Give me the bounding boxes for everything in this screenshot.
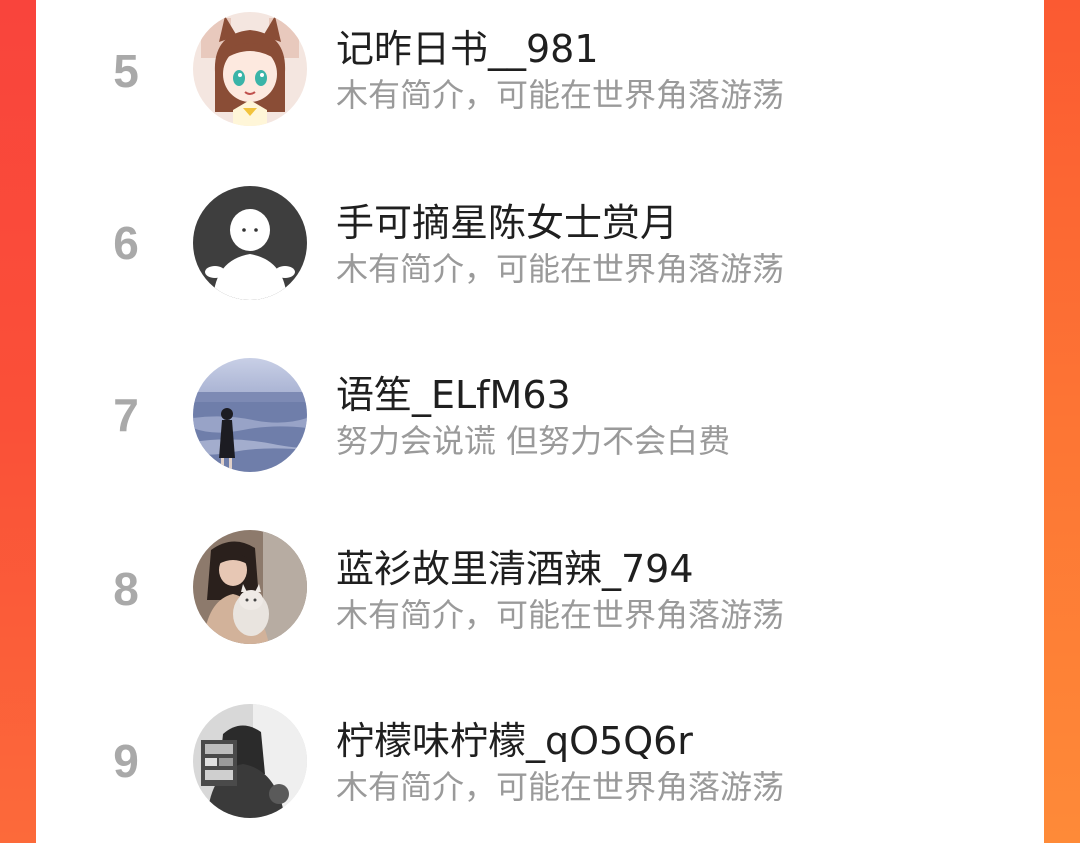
ranking-list-card: 5 记昨日书__981 木有简介，可能在世界角落游荡 6 手可摘星陈女士赏月 木…	[36, 0, 1044, 843]
beach-photo-avatar[interactable]	[193, 358, 307, 472]
user-bio: 木有简介，可能在世界角落游荡	[336, 768, 785, 806]
user-name[interactable]: 记昨日书__981	[336, 18, 599, 73]
user-name[interactable]: 手可摘星陈女士赏月	[336, 192, 678, 247]
girl-with-cat-avatar[interactable]	[193, 530, 307, 644]
user-name[interactable]: 柠檬味柠檬_qO5Q6r	[336, 710, 693, 765]
bw-photo-avatar[interactable]	[193, 704, 307, 818]
user-bio: 木有简介，可能在世界角落游荡	[336, 596, 785, 634]
ranking-row-8[interactable]: 8 蓝衫故里清酒辣_794 木有简介，可能在世界角落游荡	[36, 516, 1044, 688]
ranking-row-6[interactable]: 6 手可摘星陈女士赏月 木有简介，可能在世界角落游荡	[36, 172, 1044, 344]
anime-girl-avatar[interactable]	[193, 12, 307, 126]
background-left-edge	[0, 0, 36, 843]
rank-number: 5	[113, 45, 139, 97]
ranking-row-7[interactable]: 7 语笙_ELfM63 努力会说谎 但努力不会白费	[36, 344, 1044, 516]
user-name[interactable]: 语笙_ELfM63	[336, 364, 571, 419]
rank-number: 6	[113, 217, 139, 269]
ranking-row-9[interactable]: 9 柠檬味柠檬_qO5Q6r 木有简介，可能在世界角落游荡	[36, 688, 1044, 843]
rank-number: 8	[113, 563, 139, 615]
background-right-edge	[1044, 0, 1080, 843]
rank-number: 9	[113, 735, 139, 787]
user-bio: 努力会说谎 但努力不会白费	[336, 422, 731, 460]
ranking-row-5[interactable]: 5 记昨日书__981 木有简介，可能在世界角落游荡	[36, 0, 1044, 172]
rank-number: 7	[113, 389, 139, 441]
user-bio: 木有简介，可能在世界角落游荡	[336, 76, 785, 114]
default-user-avatar[interactable]	[193, 186, 307, 300]
user-bio: 木有简介，可能在世界角落游荡	[336, 250, 785, 288]
user-name[interactable]: 蓝衫故里清酒辣_794	[336, 538, 694, 593]
